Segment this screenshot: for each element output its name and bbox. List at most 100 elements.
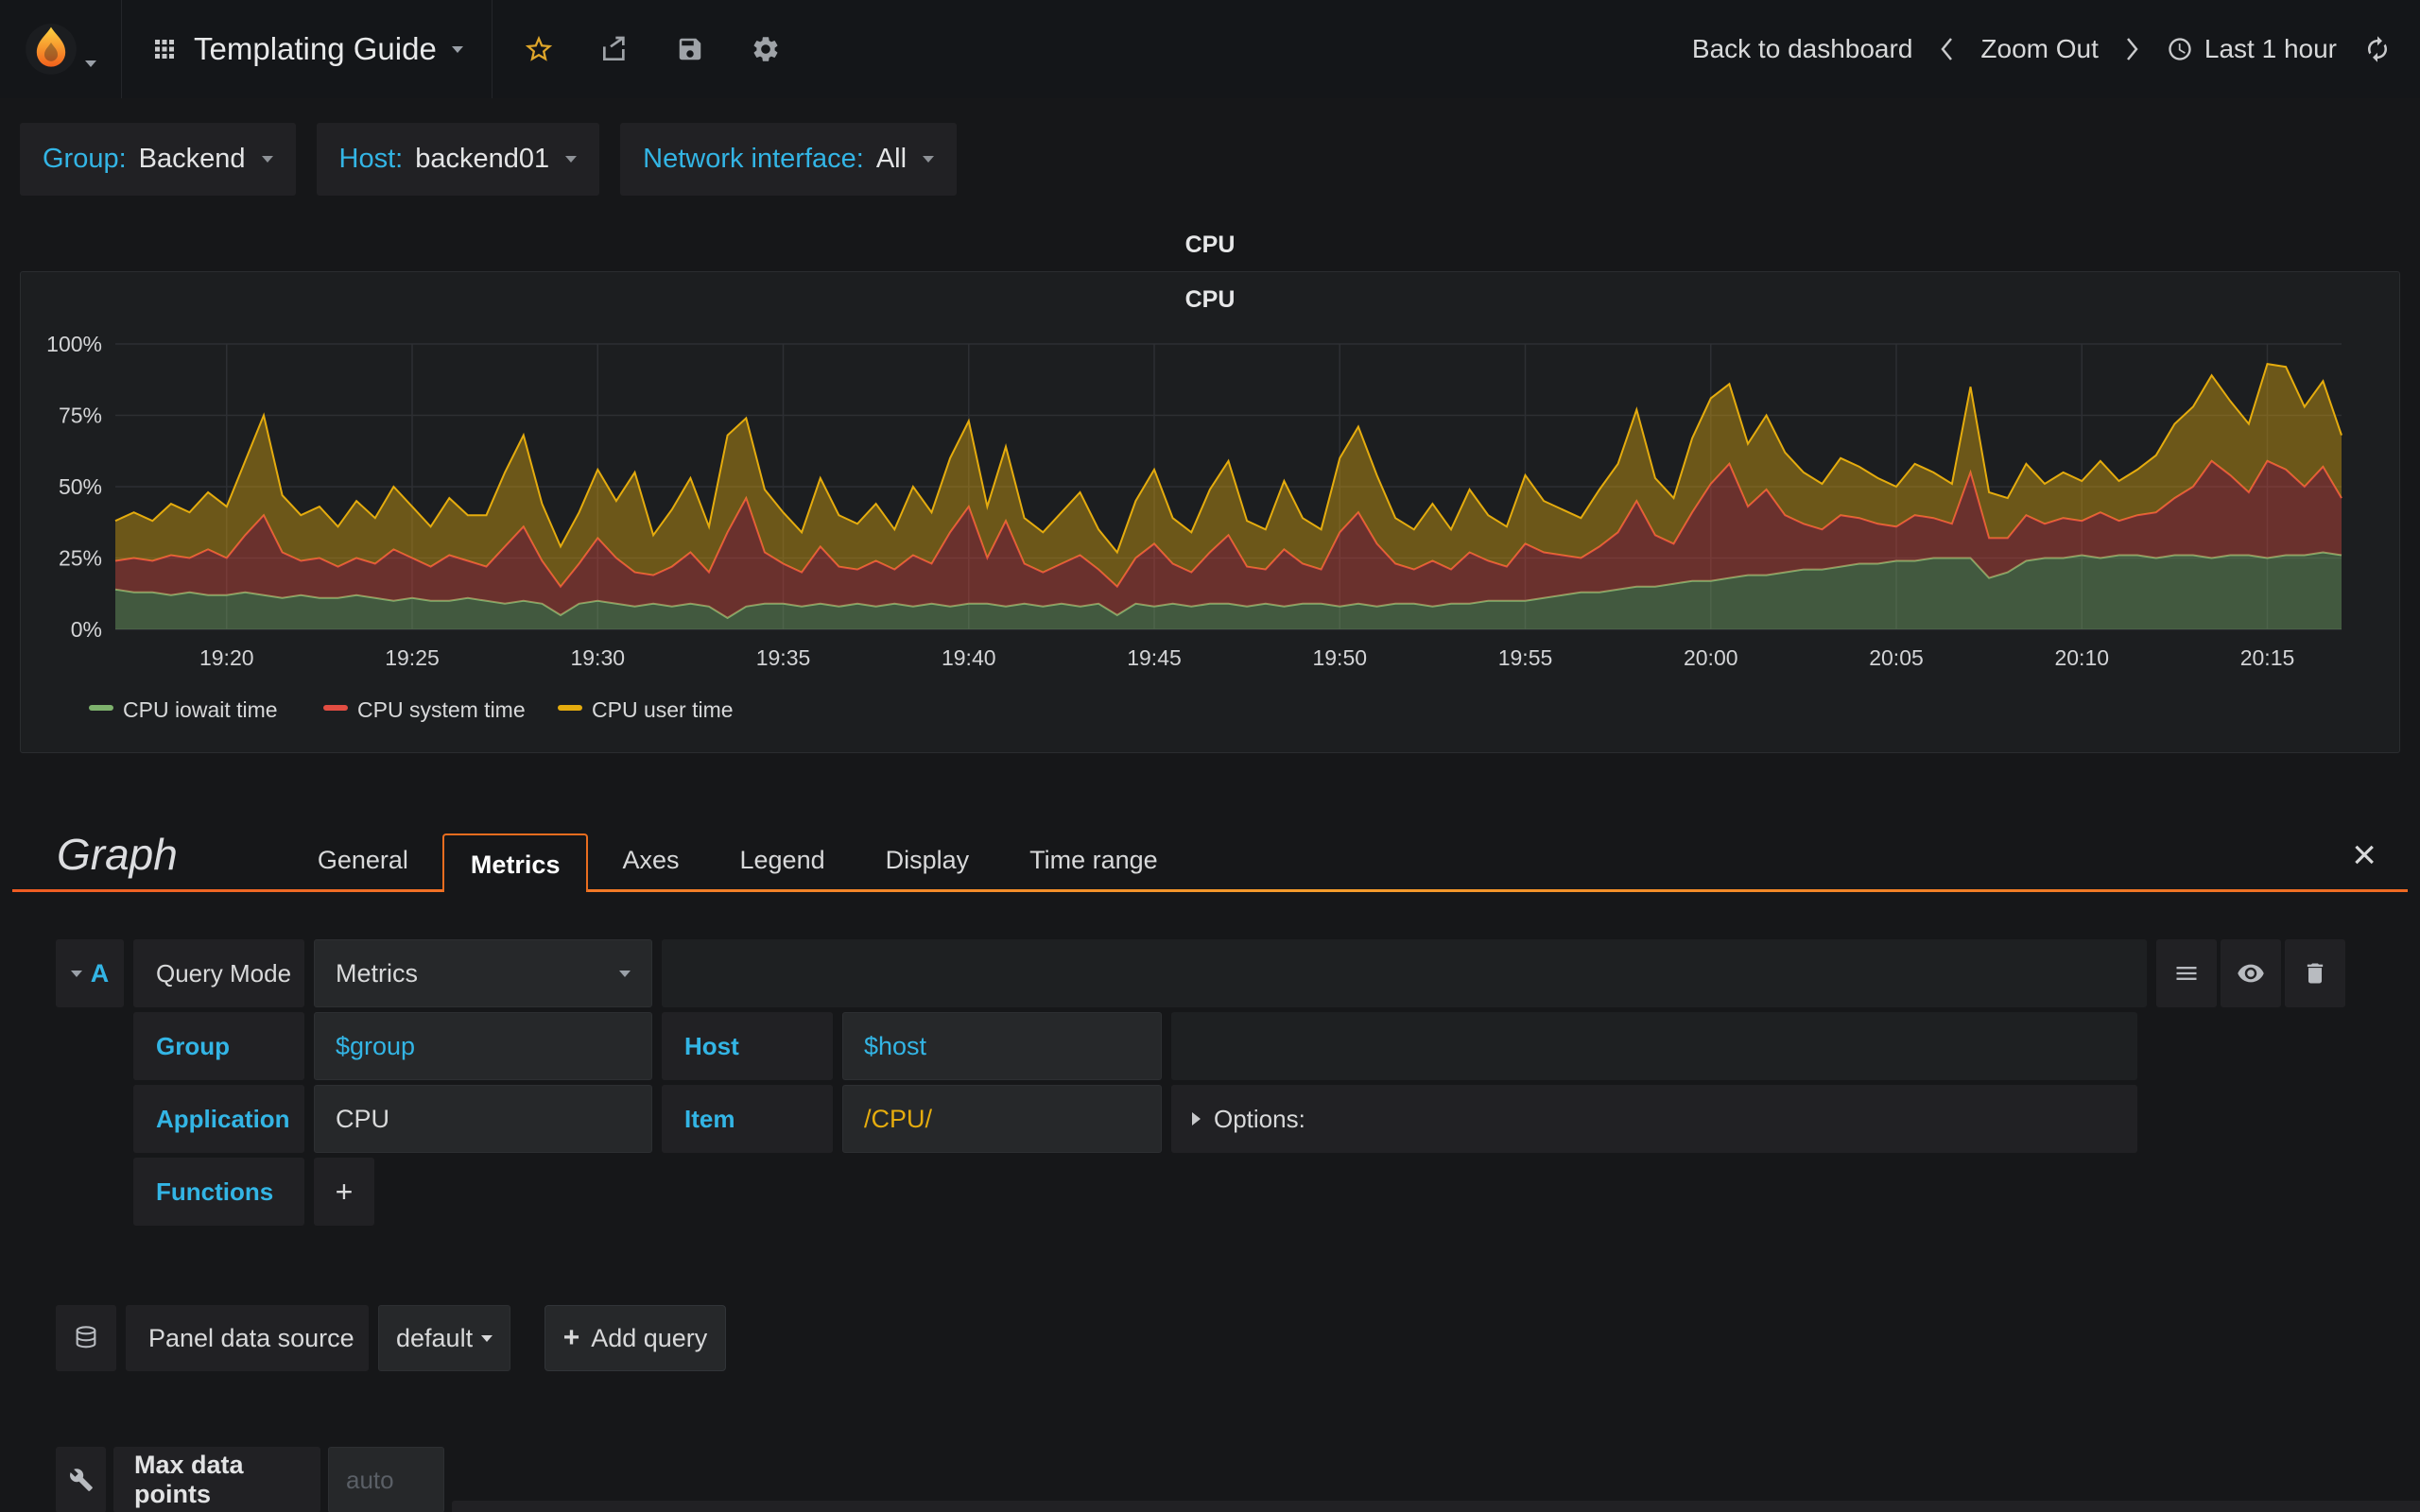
editor-header: Graph General Metrics Axes Legend Displa…: [0, 806, 2420, 892]
svg-text:20:00: 20:00: [1684, 645, 1738, 670]
graph-panel-wrap: CPU CPU 0% 25% 50% 75% 100% 19:20 19:25 19:30 19…: [20, 228, 2400, 753]
query-row-a: A Query Mode Metrics: [56, 939, 2345, 1007]
dashboard-title-dropdown[interactable]: Templating Guide: [122, 0, 492, 98]
caret-down-icon: [70, 970, 82, 977]
tab-legend[interactable]: Legend: [714, 831, 852, 889]
indent-spacer: [56, 1012, 124, 1080]
datasource-row: Panel data source default + Add query: [56, 1305, 2345, 1371]
legend-swatch: [558, 705, 582, 711]
template-var-value: Backend: [138, 144, 246, 174]
item-value-input[interactable]: /CPU/: [842, 1085, 1162, 1153]
clock-icon: [2169, 38, 2191, 60]
tab-metrics[interactable]: Metrics: [441, 833, 589, 892]
editor-accent-underline: [12, 889, 2408, 892]
time-range-picker[interactable]: Last 1 hour: [2167, 34, 2337, 64]
svg-text:20:10: 20:10: [2054, 645, 2109, 670]
group-value-input[interactable]: $group: [314, 1012, 652, 1080]
datasource-value: default: [396, 1323, 474, 1352]
indent-spacer: [56, 1158, 124, 1226]
right-spacer: [2147, 1085, 2345, 1153]
legend-item[interactable]: CPU iowait time: [123, 697, 278, 722]
tab-time-range[interactable]: Time range: [1003, 831, 1184, 889]
query-mode-select[interactable]: Metrics: [314, 939, 652, 1007]
template-variables-row: Group: Backend Host: backend01 Network i…: [20, 123, 2420, 196]
caret-down-icon: [261, 156, 273, 163]
caret-down-icon: [619, 970, 631, 977]
grafana-logo-menu[interactable]: [0, 0, 121, 98]
query-delete-button[interactable]: [2285, 939, 2345, 1007]
back-to-dashboard-button[interactable]: Back to dashboard: [1692, 34, 1913, 64]
max-data-points-input[interactable]: [328, 1447, 444, 1512]
query-toggle-visibility-button[interactable]: [2221, 939, 2281, 1007]
refresh-icon: [2368, 36, 2387, 62]
application-label: Application: [133, 1085, 304, 1153]
query-mode-label: Query Mode: [133, 939, 304, 1007]
options-toggle[interactable]: Options:: [1171, 1085, 2137, 1153]
template-var-host[interactable]: Host: backend01: [316, 123, 600, 196]
query-ref-toggle[interactable]: A: [56, 939, 124, 1007]
query-action-buttons: [2156, 939, 2345, 1007]
add-query-button[interactable]: + Add query: [544, 1305, 726, 1371]
chart-title[interactable]: CPU: [21, 272, 2399, 321]
gear-icon: [753, 37, 778, 61]
svg-text:19:55: 19:55: [1498, 645, 1553, 670]
caret-down-icon: [923, 156, 935, 163]
legend-swatch: [89, 705, 113, 711]
svg-text:20:15: 20:15: [2240, 645, 2295, 670]
tab-axes[interactable]: Axes: [596, 831, 705, 889]
refresh-button[interactable]: [2363, 35, 2392, 63]
plus-icon: +: [562, 1322, 580, 1353]
legend-item[interactable]: CPU user time: [592, 697, 734, 722]
svg-text:50%: 50%: [59, 474, 102, 499]
share-dashboard-button[interactable]: [581, 0, 648, 98]
star-dashboard-button[interactable]: [506, 0, 572, 98]
time-shift-left-button[interactable]: [1939, 36, 1954, 62]
legend-item[interactable]: CPU system time: [357, 697, 526, 722]
dashboard-settings-button[interactable]: [733, 0, 799, 98]
panel-header-title[interactable]: CPU: [20, 228, 2400, 262]
tab-general[interactable]: General: [291, 831, 435, 889]
template-var-network-interface[interactable]: Network interface: All: [620, 123, 958, 196]
editor-tabs: General Metrics Axes Legend Display Time…: [291, 831, 1184, 892]
zoom-out-button[interactable]: Zoom Out: [1980, 34, 2098, 64]
datasource-icon-cell: [56, 1305, 116, 1371]
next-row-edge: [452, 1501, 2420, 1512]
wrench-icon-cell: [56, 1447, 106, 1512]
item-label: Item: [662, 1085, 833, 1153]
right-spacer: [2147, 1012, 2345, 1080]
graph-panel: CPU 0% 25% 50% 75% 100% 19:20 19:25 19:30 19:35 1…: [20, 271, 2400, 753]
query-mode-value: Metrics: [336, 958, 418, 988]
wrench-icon: [69, 1469, 93, 1491]
host-value-input[interactable]: $host: [842, 1012, 1162, 1080]
metrics-tab-body: A Query Mode Metrics Group $group Host $…: [0, 892, 2420, 1512]
query-row-functions: Functions +: [56, 1158, 2345, 1226]
query-menu-button[interactable]: [2156, 939, 2217, 1007]
svg-text:19:20: 19:20: [199, 645, 254, 670]
time-shift-right-button[interactable]: [2125, 36, 2140, 62]
datasource-select[interactable]: default: [378, 1305, 510, 1371]
template-var-value: All: [875, 144, 908, 174]
save-dashboard-button[interactable]: [657, 0, 723, 98]
template-var-group[interactable]: Group: Backend: [20, 123, 296, 196]
svg-text:19:40: 19:40: [942, 645, 996, 670]
svg-text:25%: 25%: [59, 546, 102, 571]
query-row-filler: [1171, 1012, 2137, 1080]
template-var-label: Group:: [43, 144, 127, 174]
top-navbar: Templating Guide Back to dashboard Zoom …: [0, 0, 2420, 98]
functions-label: Functions: [133, 1158, 304, 1226]
share-icon: [602, 36, 625, 60]
template-var-label: Host:: [338, 144, 404, 174]
eye-icon: [2238, 964, 2264, 983]
menu-icon: [2176, 967, 2197, 980]
caret-down-icon: [85, 60, 96, 67]
close-editor-button[interactable]: ×: [2352, 834, 2377, 876]
caret-right-icon: [1192, 1112, 1201, 1125]
dashboard-title: Templating Guide: [194, 31, 437, 66]
cpu-stacked-area-chart[interactable]: 0% 25% 50% 75% 100% 19:20 19:25 19:30 19:35 19:40…: [21, 321, 2399, 748]
tab-display[interactable]: Display: [859, 831, 996, 889]
save-icon: [679, 38, 701, 60]
template-var-label: Network interface:: [643, 144, 864, 174]
query-row-group-host: Group $group Host $host: [56, 1012, 2345, 1080]
add-function-button[interactable]: +: [314, 1158, 374, 1226]
application-value-input[interactable]: CPU: [314, 1085, 652, 1153]
